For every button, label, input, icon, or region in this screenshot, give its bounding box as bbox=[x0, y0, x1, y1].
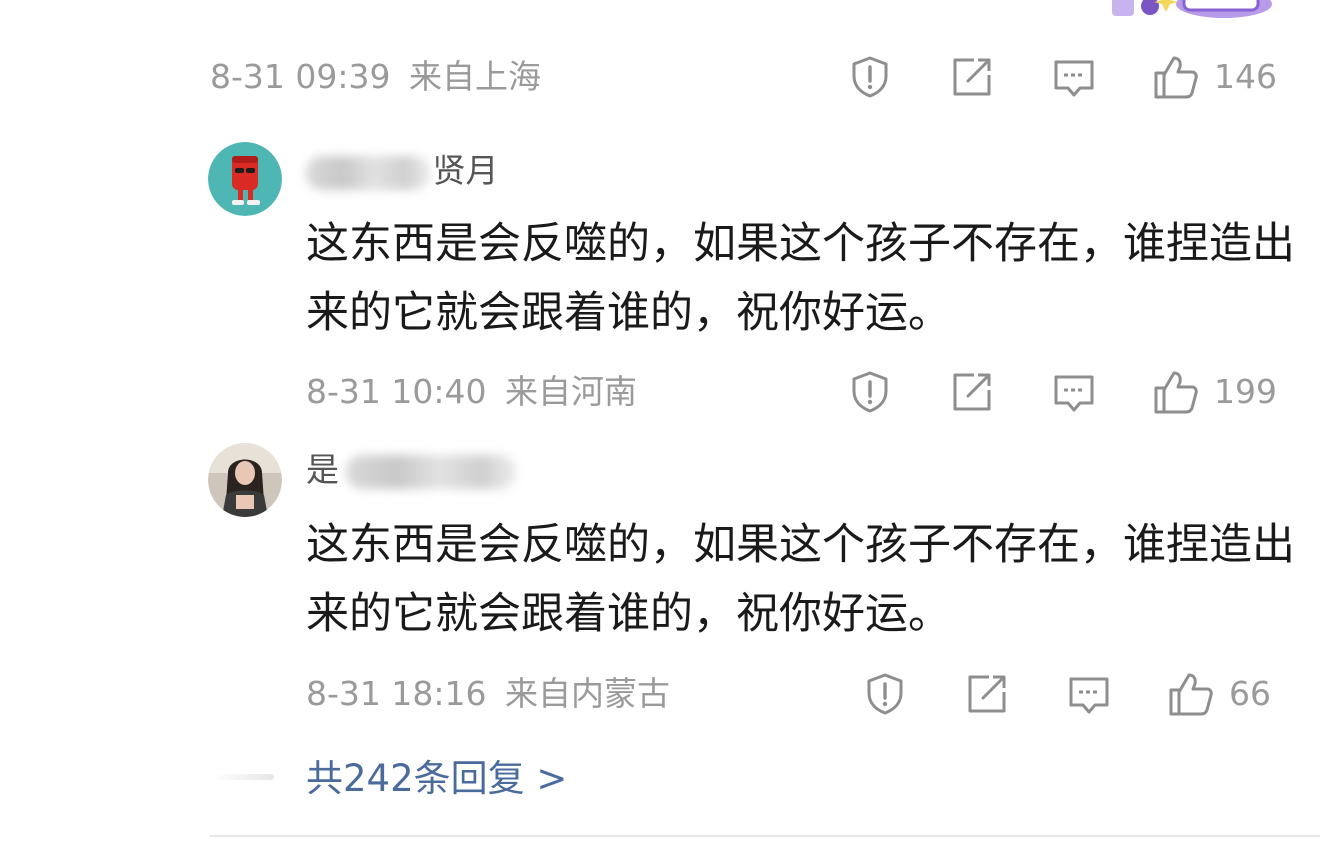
comment-icon bbox=[1052, 55, 1096, 99]
blurred-username bbox=[345, 454, 516, 489]
blurred-username bbox=[306, 155, 430, 190]
like-count: 199 bbox=[1214, 372, 1277, 411]
thumbs-up-icon bbox=[1152, 53, 1200, 101]
faded-edge bbox=[212, 774, 274, 780]
comment-time-location: 8-31 09:39 来自上海 bbox=[210, 52, 541, 102]
comment-time: 8-31 18:16 bbox=[306, 674, 487, 713]
share-icon bbox=[950, 55, 994, 99]
report-button[interactable] bbox=[848, 367, 892, 417]
comment-time: 8-31 09:39 bbox=[210, 57, 391, 96]
comment-meta-row: 8-31 10:40 来自河南 199 bbox=[0, 367, 1320, 417]
comment-location: 来自内蒙古 bbox=[505, 674, 670, 713]
thumbs-up-icon bbox=[1152, 368, 1200, 416]
comment-location: 来自河南 bbox=[505, 372, 637, 411]
comment-time-location: 8-31 18:16 来自内蒙古 bbox=[306, 669, 670, 719]
like-count: 66 bbox=[1229, 674, 1271, 713]
divider bbox=[210, 835, 1320, 837]
share-icon bbox=[950, 370, 994, 414]
comment-button[interactable] bbox=[1052, 367, 1096, 417]
avatar[interactable] bbox=[208, 443, 282, 517]
report-icon bbox=[848, 370, 892, 414]
comment-location: 来自上海 bbox=[409, 57, 541, 96]
username[interactable]: 贤月 bbox=[306, 147, 499, 195]
comment-meta-row: 8-31 18:16 来自内蒙古 66 bbox=[0, 669, 1320, 719]
like-button[interactable]: 146 bbox=[1152, 52, 1277, 102]
report-icon bbox=[863, 672, 907, 716]
share-button[interactable] bbox=[965, 669, 1009, 719]
like-button[interactable]: 199 bbox=[1152, 367, 1277, 417]
comment-icon bbox=[1067, 672, 1111, 716]
report-icon bbox=[848, 55, 892, 99]
view-replies-link[interactable]: 共242条回复 > bbox=[306, 752, 567, 806]
thumbs-up-icon bbox=[1167, 670, 1215, 718]
comment-button[interactable] bbox=[1052, 52, 1096, 102]
comment-meta-row: 8-31 09:39 来自上海 146 bbox=[0, 52, 1320, 102]
comment-text: 这东西是会反噬的，如果这个孩子不存在，谁捏造出来的它就会跟着谁的，祝你好运。 bbox=[306, 219, 1295, 338]
report-button[interactable] bbox=[863, 669, 907, 719]
like-button[interactable]: 66 bbox=[1167, 669, 1271, 719]
share-icon bbox=[965, 672, 1009, 716]
comment-text: 这东西是会反噬的，如果这个孩子不存在，谁捏造出来的它就会跟着谁的，祝你好运。 bbox=[306, 520, 1295, 639]
share-button[interactable] bbox=[950, 52, 994, 102]
sticker-decoration bbox=[1106, 0, 1276, 20]
report-button[interactable] bbox=[848, 52, 892, 102]
comment-time-location: 8-31 10:40 来自河南 bbox=[306, 367, 637, 417]
username[interactable]: 是 bbox=[306, 446, 516, 494]
comment-time: 8-31 10:40 bbox=[306, 372, 487, 411]
avatar[interactable] bbox=[208, 142, 282, 216]
share-button[interactable] bbox=[950, 367, 994, 417]
comment-button[interactable] bbox=[1067, 669, 1111, 719]
comment-icon bbox=[1052, 370, 1096, 414]
username-visible: 是 bbox=[306, 450, 339, 489]
username-visible: 贤月 bbox=[432, 151, 499, 190]
like-count: 146 bbox=[1214, 57, 1277, 96]
